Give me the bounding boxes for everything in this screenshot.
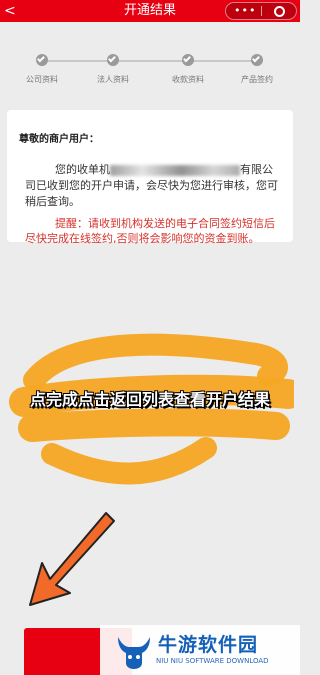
message-prefix: 您的收单机 — [55, 163, 110, 176]
step-label: 产品签约 — [241, 75, 273, 84]
step-legal-person-info: 法人资料 — [78, 54, 148, 85]
step-label: 公司资料 — [26, 75, 58, 84]
nav-bar: < 开通结果 ••• — [0, 0, 300, 22]
highlight-scribble — [9, 333, 294, 485]
progress-stepper: 公司资料 法人资料 收款资料 产品签约 — [0, 22, 300, 84]
reminder-text: 提醒：请收到机构发送的电子合同签约短信后尽快完成在线签约,否则将会影响您的资金到… — [25, 217, 275, 245]
application-received-message: 您的收单机 有限公司已收到您的开户申请，会尽快为您进行审核，您可稍后查询。 — [25, 162, 281, 210]
mini-program-capsule: ••• — [225, 2, 297, 20]
step-done-check-icon — [36, 54, 48, 66]
step-done-check-icon — [107, 54, 119, 66]
close-circle-icon[interactable] — [274, 6, 285, 17]
bull-logo-icon — [118, 637, 150, 669]
result-card: 尊敬的商户用户： 您的收单机 有限公司已收到您的开户申请，会尽快为您进行审核，您可… — [7, 110, 293, 245]
more-menu-button[interactable]: ••• — [234, 3, 256, 19]
step-payment-info: 收款资料 — [153, 54, 223, 85]
arrow-down-left-icon — [29, 512, 115, 606]
redacted-company-name — [110, 164, 240, 176]
step-label: 收款资料 — [172, 75, 204, 84]
step-done-check-icon — [251, 54, 263, 66]
step-product-signing: 产品签约 — [222, 54, 292, 85]
greeting-text: 尊敬的商户用户： — [19, 134, 99, 145]
annotation-instruction: 点完成点击返回列表查看开户结果 — [29, 390, 270, 409]
watermark-subtitle: NIU NIU SOFTWARE DOWNLOAD — [156, 657, 269, 665]
watermark: 牛游软件园 NIU NIU SOFTWARE DOWNLOAD — [100, 625, 300, 675]
watermark-title: 牛游软件园 — [158, 634, 259, 656]
capsule-divider — [261, 6, 262, 16]
step-company-info: 公司资料 — [7, 54, 77, 85]
step-done-check-icon — [182, 54, 194, 66]
step-label: 法人资料 — [97, 75, 129, 84]
